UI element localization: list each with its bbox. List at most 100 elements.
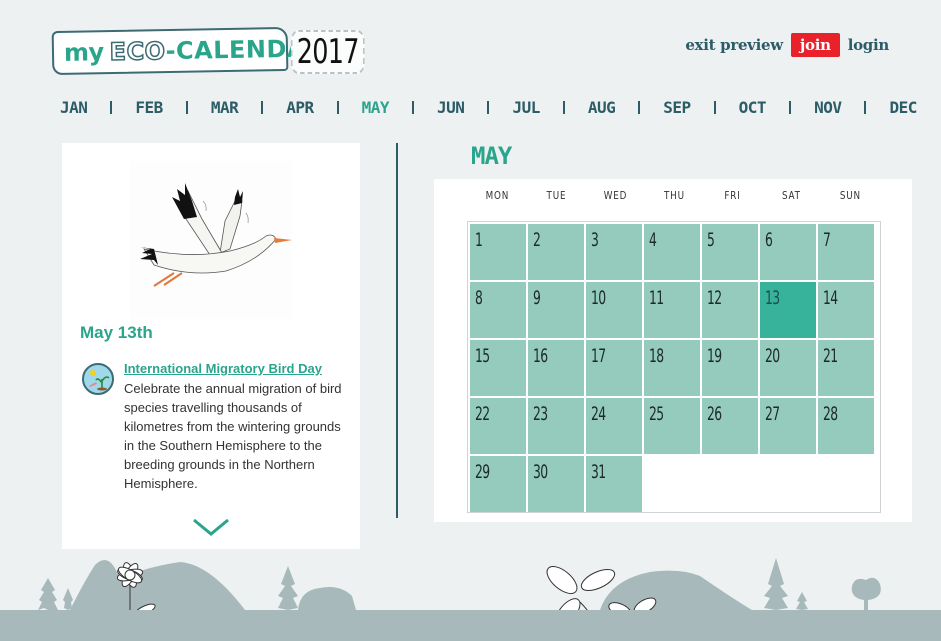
day-number: 28: [823, 403, 838, 425]
day-number: 2: [533, 229, 541, 251]
month-separator: [562, 101, 565, 114]
calendar-day[interactable]: 1: [470, 224, 526, 280]
login-link[interactable]: login: [848, 36, 890, 54]
weekday-label: WED: [603, 189, 627, 202]
day-number: 3: [591, 229, 599, 251]
calendar-day[interactable]: 6: [760, 224, 816, 280]
day-number: 14: [823, 287, 838, 309]
calendar-day[interactable]: 12: [702, 282, 758, 338]
tree-icon: [764, 558, 788, 610]
day-number: 12: [707, 287, 722, 309]
calendar-day[interactable]: 26: [702, 398, 758, 454]
hill-shape: [70, 560, 245, 610]
day-number: 4: [649, 229, 657, 251]
calendar-day[interactable]: 4: [644, 224, 700, 280]
month-tab-jul[interactable]: JUL: [512, 98, 540, 117]
tree-icon: [63, 588, 73, 610]
calendar-day[interactable]: 16: [528, 340, 584, 396]
month-tab-mar[interactable]: MAR: [211, 98, 239, 117]
day-number: 7: [823, 229, 831, 251]
event-title-link[interactable]: International Migratory Bird Day: [124, 361, 322, 376]
stork-icon: [140, 183, 292, 287]
month-tab-jan[interactable]: JAN: [60, 98, 88, 117]
month-tab-sep[interactable]: SEP: [663, 98, 691, 117]
weekday-label: MON: [485, 189, 510, 202]
day-number: 15: [475, 345, 490, 367]
month-tab-feb[interactable]: FEB: [135, 98, 163, 117]
calendar-day[interactable]: 3: [586, 224, 642, 280]
vertical-divider: [396, 143, 398, 518]
calendar-day[interactable]: 24: [586, 398, 642, 454]
calendar-day[interactable]: 29: [470, 456, 526, 512]
event-date: May 13th: [80, 323, 153, 342]
tree-icon: [796, 592, 808, 610]
day-number: 10: [591, 287, 606, 309]
day-number: 9: [533, 287, 541, 309]
calendar-day[interactable]: 2: [528, 224, 584, 280]
day-number: 30: [533, 461, 548, 483]
month-separator: [412, 101, 415, 114]
month-separator: [638, 101, 641, 114]
month-separator: [713, 101, 716, 114]
calendar-day[interactable]: 15: [470, 340, 526, 396]
chevron-down-icon[interactable]: [192, 517, 230, 539]
calendar-day[interactable]: 30: [528, 456, 584, 512]
calendar-panel: MON TUE WED THU FRI SAT SUN 1 2 3 4 5 6 7 8 9 10 11 12 13 1…: [434, 179, 912, 522]
calendar-day[interactable]: 23: [528, 398, 584, 454]
month-tab-jun[interactable]: JUN: [437, 98, 465, 117]
top-nav: exit preview join login: [685, 33, 889, 57]
day-number: 23: [533, 403, 548, 425]
weekday-label: SUN: [840, 189, 862, 202]
calendar-day[interactable]: 27: [760, 398, 816, 454]
stork-illustration: [130, 161, 292, 319]
month-separator: [336, 101, 339, 114]
day-number: 6: [765, 229, 773, 251]
calendar-day[interactable]: 11: [644, 282, 700, 338]
calendar-day[interactable]: 7: [818, 224, 874, 280]
month-tab-aug[interactable]: AUG: [588, 98, 616, 117]
calendar-day[interactable]: 14: [818, 282, 874, 338]
day-number: 22: [475, 403, 490, 425]
month-tab-dec[interactable]: DEC: [889, 98, 917, 117]
logo-my: my: [63, 38, 104, 67]
month-separator: [864, 101, 867, 114]
logo-dash: -: [165, 36, 177, 66]
join-button[interactable]: join: [790, 33, 840, 57]
calendar-day[interactable]: 18: [644, 340, 700, 396]
exit-preview-link[interactable]: exit preview: [685, 36, 783, 54]
calendar-day[interactable]: 10: [586, 282, 642, 338]
day-number: 24: [591, 403, 606, 425]
calendar-day[interactable]: 19: [702, 340, 758, 396]
calendar-day[interactable]: 28: [818, 398, 874, 454]
month-tab-oct[interactable]: OCT: [739, 98, 767, 117]
day-number: 11: [649, 287, 664, 309]
day-number: 26: [707, 403, 722, 425]
calendar-day[interactable]: 22: [470, 398, 526, 454]
calendar-day[interactable]: 31: [586, 456, 642, 512]
day-number: 21: [823, 345, 838, 367]
month-separator: [487, 101, 490, 114]
month-nav: JAN FEB MAR APR MAY JUN JUL AUG SEP OCT NOV DEC: [60, 98, 917, 117]
calendar-grid: 1 2 3 4 5 6 7 8 9 10 11 12 13 14 15 16 17 18 19 20 21 22 23 24 2…: [467, 221, 881, 513]
migratory-bird-day-icon: [82, 363, 114, 395]
month-separator: [185, 101, 188, 114]
calendar-day[interactable]: 21: [818, 340, 874, 396]
logo[interactable]: my ECO - CALENDAR: [51, 26, 325, 76]
weekday-label: TUE: [546, 189, 567, 202]
calendar-day[interactable]: 5: [702, 224, 758, 280]
month-tab-apr[interactable]: APR: [286, 98, 314, 117]
calendar-day[interactable]: 25: [644, 398, 700, 454]
calendar-day[interactable]: 17: [586, 340, 642, 396]
tree-icon: [851, 577, 881, 610]
weekday-label: THU: [663, 189, 685, 202]
day-number: 27: [765, 403, 780, 425]
calendar-day[interactable]: 9: [528, 282, 584, 338]
calendar-day-selected[interactable]: 13: [760, 282, 816, 338]
calendar-day[interactable]: 8: [470, 282, 526, 338]
month-tab-nov[interactable]: NOV: [814, 98, 842, 117]
month-tab-may[interactable]: MAY: [362, 98, 390, 117]
event-description: Celebrate the annual migration of bird s…: [124, 381, 342, 491]
day-number: 13: [765, 287, 780, 309]
calendar-day[interactable]: 20: [760, 340, 816, 396]
calendar-month-title: MAY: [471, 142, 512, 170]
